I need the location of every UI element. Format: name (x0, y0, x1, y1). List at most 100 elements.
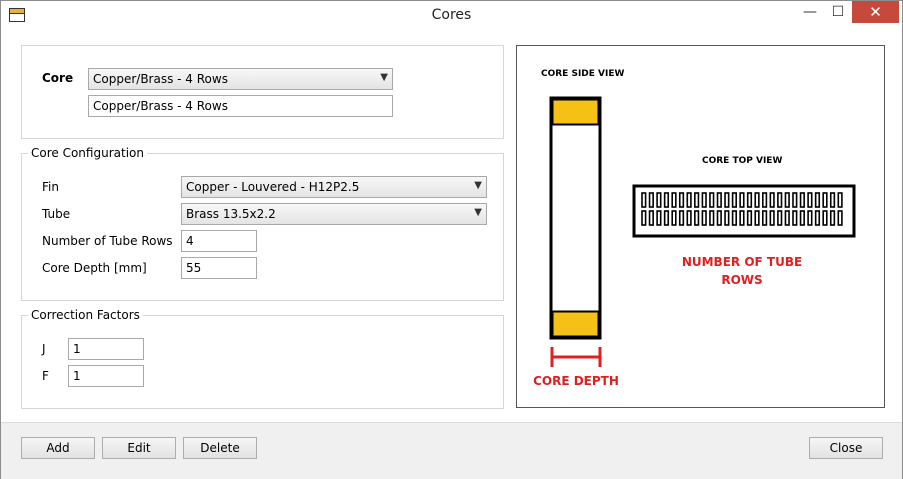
tube-mark (671, 210, 677, 226)
core-label: Core (42, 71, 74, 85)
tube-mark (799, 210, 805, 226)
core-depth-caption: CORE DEPTH (533, 374, 619, 388)
tube-mark (724, 210, 730, 226)
button-bar: Add Edit Delete Close (1, 422, 902, 479)
tube-label: Tube (42, 207, 71, 221)
tube-mark (777, 210, 783, 226)
correction-factors-panel: Correction Factors J 1 F 1 (21, 308, 504, 409)
tube-mark (814, 210, 821, 226)
tube-mark (641, 210, 647, 226)
core-diagram-graphic (549, 96, 856, 367)
tube-mark (678, 210, 685, 226)
tube-select-value: Brass 13.5x2.2 (186, 207, 276, 221)
tube-mark (656, 192, 662, 208)
tube-mark (746, 210, 753, 226)
tube-mark (792, 192, 798, 208)
tube-rows-caption-line2: ROWS (721, 273, 763, 287)
core-select[interactable]: Copper/Brass - 4 Rows ▼ (88, 68, 393, 90)
tube-rows-label: Number of Tube Rows (42, 234, 173, 248)
tube-rows-caption-line1: NUMBER OF TUBE (681, 255, 803, 269)
j-input[interactable]: 1 (68, 338, 144, 360)
tube-mark (762, 210, 768, 226)
tube-mark (807, 210, 813, 226)
f-input[interactable]: 1 (68, 365, 144, 387)
tube-mark (678, 192, 685, 208)
tube-mark (641, 192, 647, 208)
tube-mark (784, 192, 790, 208)
f-label: F (42, 369, 49, 383)
title-bar[interactable]: Cores — ☐ ✕ (1, 1, 902, 31)
window-title: Cores (431, 7, 472, 23)
tube-rows-input[interactable]: 4 (181, 230, 257, 252)
tube-mark (648, 192, 654, 208)
top-view-label: CORE TOP VIEW (702, 156, 783, 166)
fin-select-value: Copper - Louvered - H12P2.5 (186, 180, 360, 194)
tube-mark (829, 192, 836, 208)
tube-mark (731, 210, 738, 226)
core-depth-input[interactable]: 55 (181, 257, 257, 279)
tube-mark (777, 192, 783, 208)
tube-mark (822, 210, 828, 226)
close-window-button[interactable]: ✕ (852, 1, 899, 23)
tube-mark (731, 192, 738, 208)
tube-mark (784, 210, 790, 226)
tube-mark (746, 192, 753, 208)
tube-mark (709, 210, 715, 226)
tube-mark (701, 192, 707, 208)
core-depth-dimension-graphic (550, 347, 602, 367)
tube-mark (716, 210, 722, 226)
tube-rows-caption: NUMBER OF TUBE ROWS (667, 253, 817, 289)
core-top-view-graphic (632, 184, 856, 238)
core-panel: Core Copper/Brass - 4 Rows ▼ Copper/Bras… (21, 45, 504, 139)
tube-mark (739, 192, 745, 208)
j-label: J (42, 342, 46, 356)
tube-mark (686, 210, 692, 226)
tube-mark (686, 192, 692, 208)
core-configuration-panel: Core Configuration Fin Copper - Louvered… (21, 146, 504, 301)
tube-mark (837, 210, 843, 226)
chevron-down-icon: ▼ (474, 207, 482, 218)
tube-mark (663, 210, 670, 226)
core-side-view-graphic (549, 96, 602, 340)
correction-factors-legend: Correction Factors (28, 308, 143, 322)
chevron-down-icon: ▼ (380, 72, 388, 83)
tube-mark (648, 210, 654, 226)
tube-mark (754, 192, 760, 208)
core-select-value: Copper/Brass - 4 Rows (93, 72, 228, 86)
tube-mark (716, 192, 722, 208)
tube-mark (656, 210, 662, 226)
tube-mark (671, 192, 677, 208)
tube-select[interactable]: Brass 13.5x2.2 ▼ (181, 203, 487, 225)
tube-mark (754, 210, 760, 226)
tube-mark (807, 192, 813, 208)
tube-mark (829, 210, 836, 226)
core-configuration-legend: Core Configuration (28, 146, 147, 160)
delete-button[interactable]: Delete (183, 437, 257, 459)
core-diagram: CORE SIDE VIEW CORE TOP VIEW NUMBER OF T… (516, 45, 885, 408)
tube-mark (694, 210, 700, 226)
core-name-input[interactable]: Copper/Brass - 4 Rows (88, 95, 393, 117)
tube-mark (762, 192, 768, 208)
tube-mark (822, 192, 828, 208)
close-button[interactable]: Close (809, 437, 883, 459)
tube-mark (701, 210, 707, 226)
tube-mark (694, 192, 700, 208)
tube-mark (769, 192, 775, 208)
edit-button[interactable]: Edit (102, 437, 176, 459)
tube-mark (799, 192, 805, 208)
fin-label: Fin (42, 180, 59, 194)
tube-mark (837, 192, 843, 208)
core-depth-label: Core Depth [mm] (42, 261, 147, 275)
fin-select[interactable]: Copper - Louvered - H12P2.5 ▼ (181, 176, 487, 198)
tube-mark (724, 192, 730, 208)
tube-mark (769, 210, 775, 226)
tube-mark (792, 210, 798, 226)
cores-window: Cores — ☐ ✕ Core Copper/Brass - 4 Rows ▼… (0, 0, 903, 479)
tube-mark (814, 192, 821, 208)
add-button[interactable]: Add (21, 437, 95, 459)
tube-mark (663, 192, 670, 208)
minimize-button[interactable]: — (796, 1, 824, 23)
tube-mark (739, 210, 745, 226)
maximize-button[interactable]: ☐ (824, 1, 852, 23)
chevron-down-icon: ▼ (474, 180, 482, 191)
